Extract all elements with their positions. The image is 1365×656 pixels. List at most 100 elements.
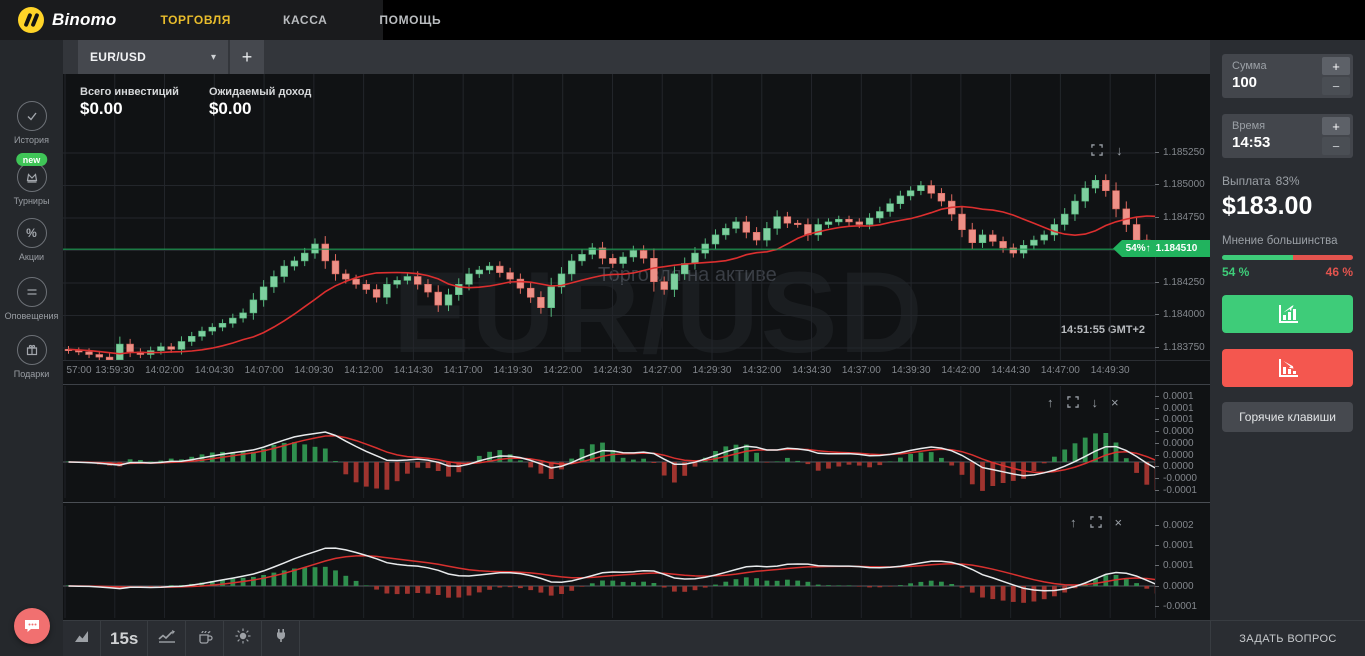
indicator-panel-1[interactable] bbox=[63, 386, 1155, 498]
asset-tabbar: EUR/USD ▾ + bbox=[63, 40, 1210, 74]
price-axis-label: 1.184750 bbox=[1155, 212, 1205, 223]
indicator-axis-label: 0.0001 bbox=[1155, 414, 1194, 425]
current-price-value: 1.184510 bbox=[1156, 243, 1198, 254]
time-axis-label: 14:09:30 bbox=[294, 365, 333, 376]
price-axis-label: 1.184000 bbox=[1155, 309, 1205, 320]
fullscreen-icon[interactable] bbox=[1067, 396, 1079, 411]
amount-card[interactable]: Сумма 100 + − bbox=[1222, 54, 1353, 98]
indicator-axis-label: 0.0001 bbox=[1155, 560, 1194, 571]
time-axis-label: 14:32:00 bbox=[742, 365, 781, 376]
indicator-axis-label: 0.0000 bbox=[1155, 450, 1194, 461]
grid bbox=[65, 506, 1110, 618]
indicator-axis-label: -0.0001 bbox=[1155, 485, 1197, 496]
asset-name: EUR/USD bbox=[90, 50, 146, 64]
indicator-axis-label: 0.0001 bbox=[1155, 391, 1194, 402]
arrow-down-icon[interactable]: ↓ bbox=[1116, 144, 1123, 159]
fullscreen-icon[interactable] bbox=[1091, 144, 1103, 159]
expected-income-label: Ожидаемый доход bbox=[209, 86, 311, 98]
plug-button[interactable] bbox=[262, 621, 300, 656]
tournaments-icon bbox=[17, 162, 47, 192]
sidebar-item-label: Турниры bbox=[0, 196, 63, 206]
candles-group bbox=[65, 174, 1150, 360]
chart-down-icon bbox=[1276, 357, 1300, 379]
indicator-panel-2[interactable] bbox=[63, 506, 1155, 618]
sidebar-item-label: Подарки bbox=[0, 369, 63, 379]
binomo-logo-icon bbox=[18, 7, 44, 33]
brand-name: Binomo bbox=[52, 10, 116, 30]
majority-down-segment bbox=[1293, 255, 1353, 260]
timeframe-button[interactable]: 15s bbox=[101, 621, 148, 656]
time-decrease-button[interactable]: − bbox=[1322, 137, 1350, 155]
sidebar-item-gifts[interactable]: Подарки bbox=[0, 335, 63, 379]
investment-stats: Всего инвестиций $0.00 Ожидаемый доход $… bbox=[80, 86, 311, 119]
price-axis: 1.1852501.1850001.1847501.1842501.184000… bbox=[1155, 74, 1210, 360]
cup-icon bbox=[197, 629, 213, 649]
brightness-button[interactable] bbox=[224, 621, 262, 656]
cup-button[interactable] bbox=[186, 621, 224, 656]
sidebar-item-label: Оповещения bbox=[0, 311, 63, 321]
promotions-icon: % bbox=[17, 218, 47, 248]
price-axis-label: 1.185250 bbox=[1155, 147, 1205, 158]
sidebar-item-tournaments[interactable]: new Турниры bbox=[0, 162, 63, 206]
timeframe-value: 15s bbox=[110, 629, 138, 649]
chart-up-icon bbox=[1276, 303, 1300, 325]
sidebar-item-label: Акции bbox=[0, 252, 63, 262]
trade-panel: Сумма 100 + − Время 14:53 + − Выплата83%… bbox=[1210, 40, 1365, 620]
binomo-logo[interactable]: Binomo bbox=[18, 7, 116, 33]
arrow-up-icon[interactable]: ↑ bbox=[1070, 516, 1077, 531]
time-axis-label: 14:44:30 bbox=[991, 365, 1030, 376]
sidebar-item-notifications[interactable]: Оповещения bbox=[0, 277, 63, 321]
grid bbox=[65, 386, 1110, 498]
time-card[interactable]: Время 14:53 + − bbox=[1222, 114, 1353, 158]
sidebar-item-promotions[interactable]: % Акции bbox=[0, 218, 63, 262]
close-icon[interactable]: × bbox=[1115, 516, 1123, 531]
sidebar-item-label: История bbox=[0, 135, 63, 145]
indicator-axis-label: 0.0000 bbox=[1155, 461, 1194, 472]
chart-column: EUR/USD ▾ + Всего инвестиций $0.00 Ожида… bbox=[63, 40, 1210, 656]
time-axis-label: 14:19:30 bbox=[493, 365, 532, 376]
line-chart-button[interactable] bbox=[148, 621, 186, 656]
time-increase-button[interactable]: + bbox=[1322, 117, 1350, 135]
divider bbox=[63, 360, 1210, 361]
asset-dropdown[interactable]: EUR/USD ▾ bbox=[78, 40, 228, 74]
chat-button[interactable] bbox=[14, 608, 50, 644]
new-badge: new bbox=[16, 153, 48, 166]
price-axis-label: 1.183750 bbox=[1155, 342, 1205, 353]
nav-item-trading[interactable]: ТОРГОВЛЯ bbox=[160, 13, 231, 27]
total-investments-label: Всего инвестиций bbox=[80, 86, 179, 98]
current-price-badge: 54%↑ 1.184510 bbox=[1113, 240, 1210, 257]
arrow-up-icon[interactable]: ↑ bbox=[1047, 396, 1054, 411]
divider bbox=[63, 502, 1210, 503]
hotkeys-button[interactable]: Горячие клавиши bbox=[1222, 402, 1353, 432]
indicator-axis-label: 0.0001 bbox=[1155, 540, 1194, 551]
arrow-up-icon: ↑ bbox=[1146, 243, 1151, 254]
indicator-axis-label: -0.0000 bbox=[1155, 473, 1197, 484]
nav-item-cashier[interactable]: КАССА bbox=[283, 13, 327, 27]
area-chart-button[interactable] bbox=[63, 621, 101, 656]
fullscreen-icon[interactable] bbox=[1090, 516, 1102, 531]
ask-question-button[interactable]: ЗАДАТЬ ВОПРОС bbox=[1210, 620, 1365, 656]
area-chart-icon bbox=[74, 629, 90, 648]
history-icon bbox=[17, 101, 47, 131]
line-chart-icon bbox=[158, 629, 176, 648]
ma-line bbox=[69, 207, 1156, 354]
indicator-axis-label: 0.0002 bbox=[1155, 520, 1194, 531]
close-icon[interactable]: × bbox=[1111, 396, 1119, 411]
arrow-down-icon[interactable]: ↓ bbox=[1092, 396, 1099, 411]
binomo-app: Binomo ТОРГОВЛЯ КАССА ПОМОЩЬ История new bbox=[0, 0, 1365, 656]
amount-increase-button[interactable]: + bbox=[1322, 57, 1350, 75]
amount-decrease-button[interactable]: − bbox=[1322, 77, 1350, 95]
nav-item-help[interactable]: ПОМОЩЬ bbox=[379, 13, 441, 27]
add-asset-button[interactable]: + bbox=[230, 40, 264, 74]
majority-opinion-bar bbox=[1222, 255, 1353, 260]
sell-put-button[interactable] bbox=[1222, 349, 1353, 387]
majority-up-segment bbox=[1222, 255, 1293, 260]
left-sidebar: История new Турниры % Акции Оповещения bbox=[0, 40, 63, 656]
buy-call-button[interactable] bbox=[1222, 295, 1353, 333]
time-axis-label: 13:59:30 bbox=[95, 365, 134, 376]
indicator-axis-label: 0.0001 bbox=[1155, 403, 1194, 414]
plug-icon bbox=[274, 628, 288, 649]
main-menu: ТОРГОВЛЯ КАССА ПОМОЩЬ bbox=[160, 13, 441, 27]
sidebar-item-history[interactable]: История bbox=[0, 101, 63, 145]
expected-income-value: $0.00 bbox=[209, 99, 311, 119]
